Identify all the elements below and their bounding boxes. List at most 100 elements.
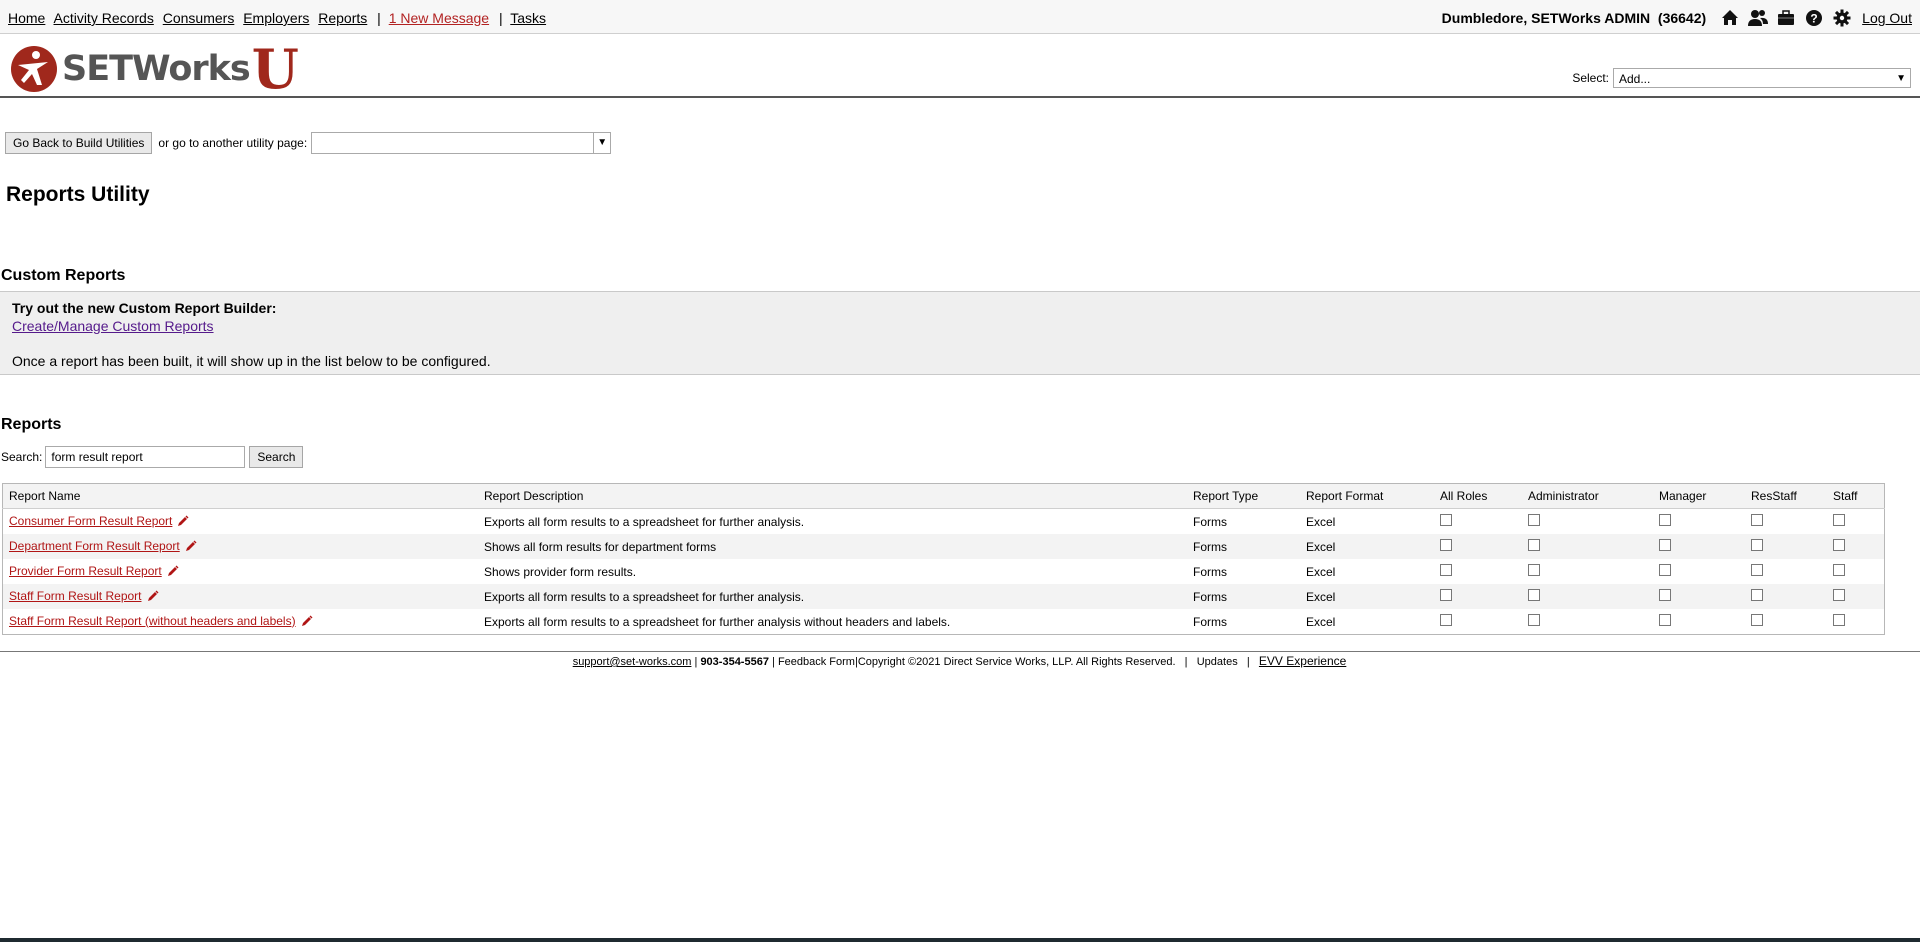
home-icon[interactable]	[1720, 8, 1740, 28]
administrator-cell	[1522, 584, 1653, 609]
search-button[interactable]: Search	[249, 446, 304, 468]
manager-cell	[1653, 584, 1745, 609]
nav-employers-link[interactable]: Employers	[243, 10, 309, 26]
feedback-form-link[interactable]: Feedback Form	[778, 656, 855, 668]
resstaff-checkbox[interactable]	[1751, 614, 1763, 626]
resstaff-cell	[1745, 609, 1827, 635]
pencil-icon[interactable]	[177, 515, 189, 530]
goto-utility-label: or go to another utility page:	[158, 136, 308, 150]
staff-checkbox[interactable]	[1833, 589, 1845, 601]
administrator-checkbox[interactable]	[1528, 564, 1540, 576]
support-phone: 903-354-5567	[700, 656, 769, 668]
add-select-dropdown[interactable]: Add... ▼	[1613, 68, 1911, 88]
evv-experience-link[interactable]: EVV Experience	[1259, 654, 1346, 668]
resstaff-checkbox[interactable]	[1751, 564, 1763, 576]
report-name-link[interactable]: Staff Form Result Report (without header…	[9, 614, 296, 628]
footer-content: support@set-works.com | 903-354-5567 | F…	[573, 654, 1347, 668]
report-name-link[interactable]: Department Form Result Report	[9, 539, 180, 553]
nav-separator: |	[377, 10, 381, 26]
support-email-link[interactable]: support@set-works.com	[573, 656, 692, 668]
report-search-input[interactable]	[45, 446, 246, 468]
all-roles-checkbox[interactable]	[1440, 614, 1452, 626]
table-row: Department Form Result Report Shows all …	[2, 534, 1885, 559]
resstaff-cell	[1745, 559, 1827, 584]
copyright-text: Copyright ©2021 Direct Service Works, LL…	[857, 656, 1176, 668]
manager-checkbox[interactable]	[1659, 589, 1671, 601]
staff-cell	[1827, 559, 1885, 584]
administrator-cell	[1522, 559, 1653, 584]
logout-link[interactable]: Log Out	[1862, 10, 1912, 26]
resstaff-checkbox[interactable]	[1751, 539, 1763, 551]
manager-cell	[1653, 559, 1745, 584]
chevron-down-icon: ▼	[1896, 73, 1906, 84]
column-header-resstaff: ResStaff	[1745, 483, 1827, 509]
pencil-icon[interactable]	[147, 590, 159, 605]
custom-report-tryout-text: Try out the new Custom Report Builder:	[12, 300, 277, 316]
staff-checkbox[interactable]	[1833, 564, 1845, 576]
help-icon[interactable]: ?	[1804, 8, 1824, 28]
nav-reports-link[interactable]: Reports	[318, 10, 367, 26]
column-header-manager: Manager	[1653, 483, 1745, 509]
nav-new-message-link[interactable]: 1 New Message	[389, 10, 489, 26]
administrator-cell	[1522, 534, 1653, 559]
pencil-icon[interactable]	[185, 540, 197, 555]
pencil-icon[interactable]	[301, 615, 313, 630]
staff-cell	[1827, 509, 1885, 535]
report-name-link[interactable]: Provider Form Result Report	[9, 564, 162, 578]
table-row: Staff Form Result Report (without header…	[3, 609, 1885, 635]
administrator-checkbox[interactable]	[1528, 614, 1540, 626]
report-description-cell: Shows provider form results.	[484, 564, 637, 579]
report-format-cell: Excel	[1300, 584, 1434, 609]
setworks-logo[interactable]: SETWorks U	[10, 42, 299, 96]
svg-text:?: ?	[1811, 12, 1818, 26]
staff-checkbox[interactable]	[1833, 539, 1845, 551]
manager-checkbox[interactable]	[1659, 539, 1671, 551]
footer-separator: |	[1178, 656, 1194, 668]
utility-page-select[interactable]: ▼	[311, 132, 612, 154]
chevron-down-icon: ▼	[593, 133, 610, 153]
create-manage-custom-reports-link[interactable]: Create/Manage Custom Reports	[12, 318, 214, 334]
all-roles-cell	[1434, 559, 1522, 584]
manager-checkbox[interactable]	[1659, 514, 1671, 526]
report-name-link[interactable]: Consumer Form Result Report	[9, 514, 172, 528]
administrator-checkbox[interactable]	[1528, 539, 1540, 551]
briefcase-icon[interactable]	[1776, 8, 1796, 28]
all-roles-checkbox[interactable]	[1440, 589, 1452, 601]
report-type-cell: Forms	[1187, 584, 1300, 609]
administrator-checkbox[interactable]	[1528, 589, 1540, 601]
staff-checkbox[interactable]	[1833, 514, 1845, 526]
users-icon[interactable]	[1748, 8, 1769, 28]
all-roles-checkbox[interactable]	[1440, 539, 1452, 551]
nav-tasks-link[interactable]: Tasks	[510, 10, 546, 26]
staff-checkbox[interactable]	[1833, 614, 1845, 626]
manager-checkbox[interactable]	[1659, 564, 1671, 576]
logo-figure-icon	[11, 46, 57, 92]
report-name-link[interactable]: Staff Form Result Report	[9, 589, 142, 603]
report-format-cell: Excel	[1306, 514, 1336, 529]
nav-consumers-link[interactable]: Consumers	[163, 10, 235, 26]
manager-checkbox[interactable]	[1659, 614, 1671, 626]
column-header-report-format: Report Format	[1300, 483, 1434, 509]
all-roles-cell	[1434, 534, 1522, 559]
report-name-cell: Staff Form Result Report (without header…	[3, 609, 479, 635]
column-header-administrator: Administrator	[1522, 483, 1653, 509]
reports-heading: Reports	[1, 416, 62, 433]
report-type-cell: Forms	[1193, 514, 1227, 529]
report-name-cell: Staff Form Result Report	[2, 584, 478, 609]
pencil-icon[interactable]	[167, 565, 179, 580]
updates-link[interactable]: Updates	[1197, 656, 1238, 668]
all-roles-checkbox[interactable]	[1440, 514, 1452, 526]
gear-icon[interactable]	[1832, 8, 1852, 28]
all-roles-checkbox[interactable]	[1440, 564, 1452, 576]
column-header-report-description: Report Description	[478, 483, 1187, 509]
manager-cell	[1653, 609, 1745, 635]
select-label: Select:	[1572, 71, 1609, 85]
report-type-cell: Forms	[1187, 534, 1300, 559]
resstaff-checkbox[interactable]	[1751, 514, 1763, 526]
resstaff-checkbox[interactable]	[1751, 589, 1763, 601]
nav-home-link[interactable]: Home	[8, 10, 45, 26]
nav-activity-records-link[interactable]: Activity Records	[53, 10, 153, 26]
column-header-report-name: Report Name	[2, 483, 478, 509]
back-to-build-utilities-button[interactable]: Go Back to Build Utilities	[5, 132, 153, 154]
administrator-checkbox[interactable]	[1528, 514, 1540, 526]
